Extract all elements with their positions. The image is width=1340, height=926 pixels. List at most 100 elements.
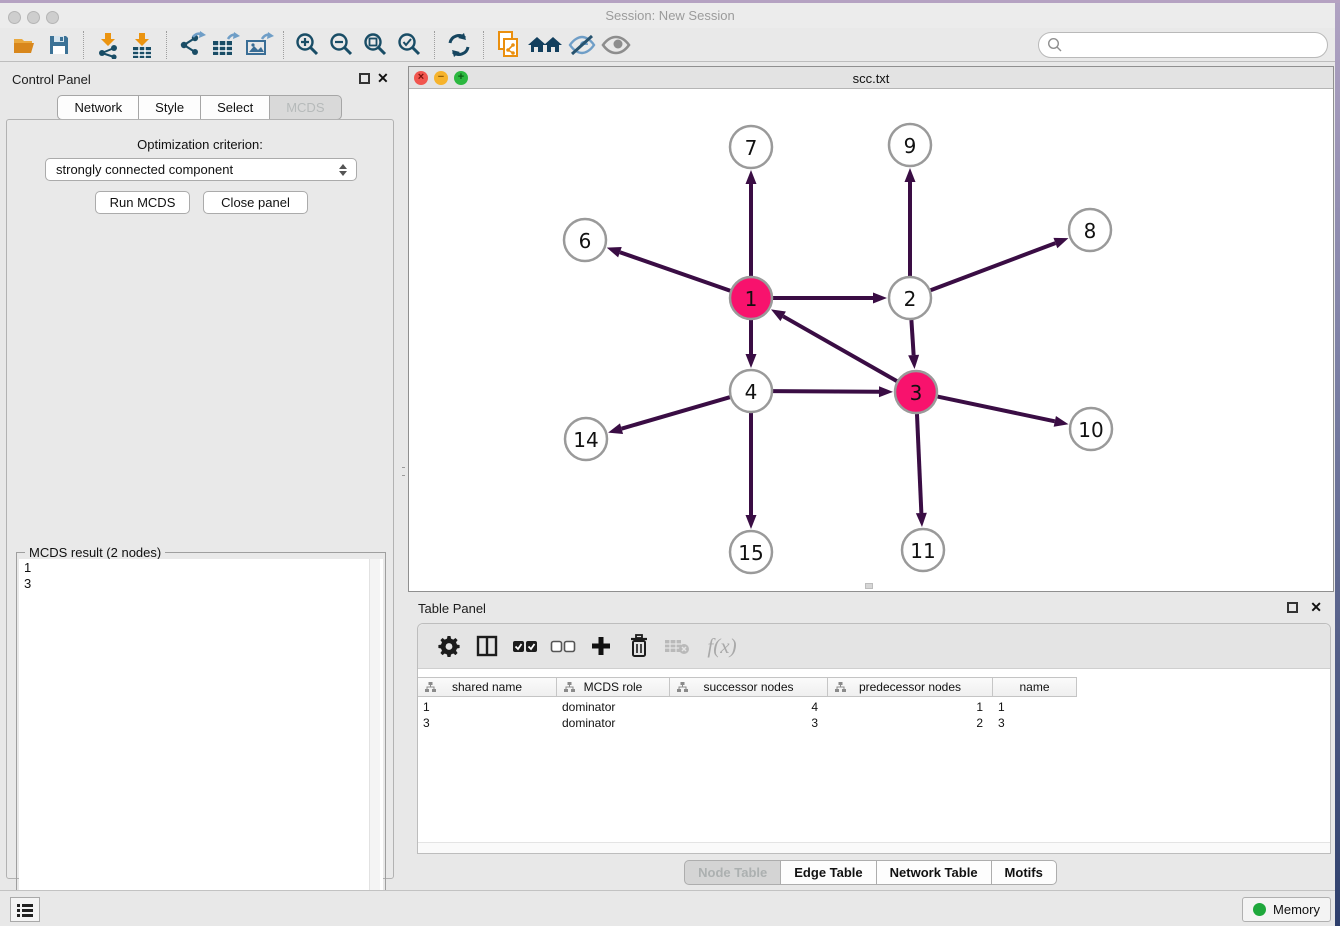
import-table-icon[interactable] [125, 30, 159, 60]
clone-network-icon[interactable] [491, 30, 525, 60]
graph-node-7[interactable]: 7 [730, 126, 772, 168]
apply-layout-icon[interactable] [442, 30, 476, 60]
select-all-icon[interactable] [510, 631, 540, 661]
window-title: Session: New Session [0, 8, 1340, 23]
table-mode-gear-icon[interactable] [434, 631, 464, 661]
graph-node-9[interactable]: 9 [889, 124, 931, 166]
table-cell[interactable]: 1 [418, 699, 557, 715]
zoom-fit-icon[interactable] [359, 30, 393, 60]
tab-network[interactable]: Network [57, 95, 139, 120]
home-view-icon[interactable] [525, 30, 565, 60]
graph-edge-4-3[interactable] [773, 391, 879, 392]
graph-edge-1-6[interactable] [620, 252, 730, 291]
table-cell[interactable]: 1 [993, 699, 1077, 715]
table-cell[interactable]: 3 [418, 715, 557, 731]
network-canvas[interactable]: 7 9 6 8 1 2 4 3 14 10 15 11 [409, 89, 1333, 591]
graph-edge-2-8[interactable] [931, 243, 1056, 290]
search-icon [1047, 37, 1063, 53]
hide-details-icon[interactable] [565, 30, 599, 60]
task-history-icon[interactable] [10, 897, 40, 922]
tab-edge-table[interactable]: Edge Table [780, 860, 876, 885]
graph-arrowhead [1054, 416, 1069, 427]
deselect-all-icon[interactable] [548, 631, 578, 661]
table-row[interactable]: 3dominator323 [418, 715, 1077, 731]
tab-node-table[interactable]: Node Table [684, 860, 781, 885]
network-window-titlebar[interactable]: × − + scc.txt [409, 67, 1333, 89]
tab-network-table[interactable]: Network Table [876, 860, 992, 885]
close-panel-icon[interactable]: ✕ [377, 70, 389, 87]
optimization-criterion-select[interactable]: strongly connected component [45, 158, 357, 181]
graph-node-4[interactable]: 4 [730, 370, 772, 412]
graph-edge-3-10[interactable] [938, 397, 1055, 422]
tab-mcds[interactable]: MCDS [269, 95, 341, 120]
table-cell[interactable]: 4 [670, 699, 828, 715]
graph-node-6[interactable]: 6 [564, 219, 606, 261]
tab-style[interactable]: Style [138, 95, 201, 120]
export-table-icon[interactable] [208, 30, 242, 60]
create-column-icon[interactable] [586, 631, 616, 661]
mcds-result-list[interactable]: 13 [19, 559, 383, 919]
export-network-icon[interactable] [174, 30, 208, 60]
graph-edge-3-1[interactable] [783, 316, 897, 381]
graph-node-15[interactable]: 15 [730, 531, 772, 573]
table-cell[interactable]: dominator [557, 715, 670, 731]
graph-node-label: 2 [904, 287, 917, 311]
titlebar: Session: New Session [0, 3, 1340, 28]
table-close-icon[interactable]: ✕ [1310, 599, 1322, 616]
network-graph[interactable]: 7 9 6 8 1 2 4 3 14 10 15 11 [409, 89, 1333, 591]
column-header-name[interactable]: name [993, 678, 1077, 696]
graph-edge-3-11[interactable] [917, 414, 921, 513]
column-header-predecessor-nodes[interactable]: predecessor nodes [828, 678, 993, 696]
column-header-successor-nodes[interactable]: successor nodes [670, 678, 828, 696]
zoom-in-icon[interactable] [291, 30, 325, 60]
result-lines-container: 13 [19, 559, 383, 591]
search-box[interactable] [1038, 32, 1328, 58]
graph-node-8[interactable]: 8 [1069, 209, 1111, 251]
table-cell[interactable]: dominator [557, 699, 670, 715]
delete-table-icon[interactable] [662, 631, 692, 661]
graph-node-14[interactable]: 14 [565, 418, 607, 460]
save-session-icon[interactable] [42, 30, 76, 60]
canvas-resize-grip[interactable] [865, 583, 873, 589]
open-session-icon[interactable] [8, 30, 42, 60]
show-hide-columns-icon[interactable] [472, 631, 502, 661]
column-header-shared-name[interactable]: shared name [418, 678, 557, 696]
table-cell[interactable]: 1 [828, 699, 993, 715]
graph-node-label: 10 [1078, 418, 1103, 442]
graph-arrowhead [1053, 238, 1068, 248]
graph-node-11[interactable]: 11 [902, 529, 944, 571]
table-float-icon[interactable] [1287, 602, 1298, 613]
float-panel-icon[interactable] [359, 73, 370, 84]
tab-motifs[interactable]: Motifs [991, 860, 1057, 885]
memory-button[interactable]: Memory [1242, 897, 1331, 922]
tab-select[interactable]: Select [200, 95, 270, 120]
graph-edge-2-3[interactable] [911, 320, 913, 355]
control-panel: Control Panel ✕ NetworkStyleSelectMCDS O… [0, 62, 400, 890]
import-network-icon[interactable] [91, 30, 125, 60]
column-label: name [1019, 680, 1049, 694]
table-hscrollbar[interactable] [418, 842, 1330, 853]
graph-edge-4-14[interactable] [622, 397, 730, 429]
delete-column-icon[interactable] [624, 631, 654, 661]
search-input[interactable] [1068, 35, 1327, 55]
result-scrollbar[interactable] [369, 559, 380, 919]
zoom-selected-icon[interactable] [393, 30, 427, 60]
table-cell[interactable]: 3 [993, 715, 1077, 731]
zoom-out-icon[interactable] [325, 30, 359, 60]
graph-node-2[interactable]: 2 [889, 277, 931, 319]
table-header: shared nameMCDS rolesuccessor nodesprede… [418, 677, 1077, 697]
panel-divider[interactable] [400, 62, 408, 890]
run-mcds-button[interactable]: Run MCDS [95, 191, 190, 214]
export-image-icon[interactable] [242, 30, 276, 60]
table-cell[interactable]: 3 [670, 715, 828, 731]
column-header-MCDS-role[interactable]: MCDS role [557, 678, 670, 696]
graph-node-1[interactable]: 1 [730, 277, 772, 319]
graph-node-10[interactable]: 10 [1070, 408, 1112, 450]
show-view-icon[interactable] [599, 30, 633, 60]
table-cell[interactable]: 2 [828, 715, 993, 731]
graph-node-3[interactable]: 3 [895, 371, 937, 413]
table-row[interactable]: 1dominator411 [418, 699, 1077, 715]
close-panel-button[interactable]: Close panel [203, 191, 308, 214]
function-builder-icon[interactable]: f(x) [700, 631, 744, 661]
application-window: Session: New Session [0, 0, 1340, 926]
